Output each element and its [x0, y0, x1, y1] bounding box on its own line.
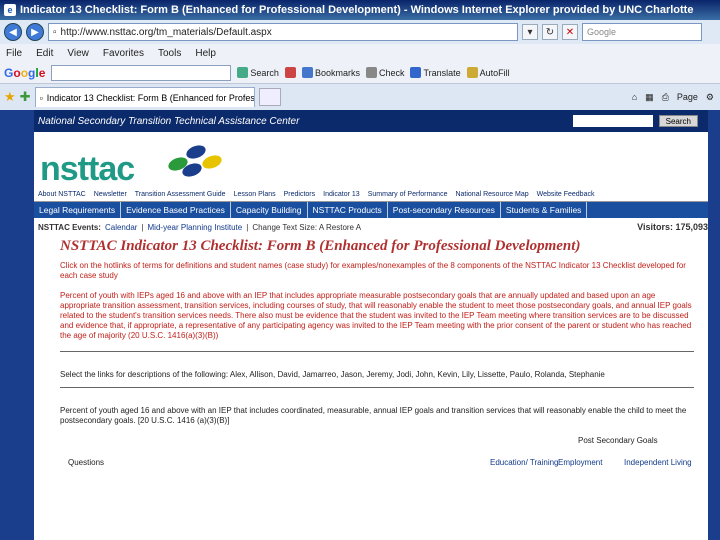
address-bar[interactable]: ▫ http://www.nsttac.org/tm_materials/Def…: [48, 23, 518, 41]
autofill-button[interactable]: AutoFill: [466, 67, 510, 78]
page-title: NSTTAC Indicator 13 Checklist: Form B (E…: [60, 238, 581, 254]
print-icon[interactable]: ⎙: [662, 92, 669, 103]
back-arrow-icon[interactable]: ◀: [4, 23, 22, 41]
forward-arrow-icon[interactable]: ▶: [26, 23, 44, 41]
refresh-icon[interactable]: ↻: [542, 24, 558, 40]
translate-icon: [410, 67, 422, 78]
indicator-description: Percent of youth with IEPs aged 16 and a…: [60, 291, 692, 340]
tab-active[interactable]: ▫ Indicator 13 Checklist: Form B (Enhanc…: [34, 87, 255, 107]
address-row: ◀ ▶ ▫ http://www.nsttac.org/tm_materials…: [0, 20, 720, 44]
nav-summary-performance[interactable]: Summary of Performance: [368, 191, 448, 198]
address-dropdown-icon[interactable]: ▾: [522, 24, 538, 40]
command-bar: ⌂ ▦ ⎙ Page ⚙: [632, 92, 720, 103]
check-button[interactable]: Check: [365, 67, 404, 78]
tools-gear-icon[interactable]: ⚙: [706, 92, 714, 103]
visitor-count: Visitors: 175,093: [637, 222, 708, 232]
intro-text: Click on the hotlinks of terms for defin…: [60, 261, 686, 280]
divider: [60, 351, 694, 352]
site-header: National Secondary Transition Technical …: [34, 110, 708, 132]
page-left-margin: [0, 110, 34, 540]
menu-view[interactable]: View: [67, 48, 89, 59]
events-label: NSTTAC Events:: [38, 222, 101, 232]
case-study-names[interactable]: Select the links for descriptions of the…: [60, 370, 694, 379]
google-logo: Google: [4, 65, 46, 80]
org-name: National Secondary Transition Technical …: [38, 115, 300, 127]
page-right-margin: [708, 110, 720, 540]
home-icon[interactable]: ⌂: [632, 92, 637, 102]
event-midyear-institute[interactable]: Mid-year Planning Institute: [148, 223, 243, 232]
indicator-summary: Percent of youth aged 16 and above with …: [60, 406, 687, 425]
feeds-icon[interactable]: ▦: [645, 92, 654, 103]
star-icon: [301, 67, 313, 78]
secnav-evidence[interactable]: Evidence Based Practices: [121, 202, 231, 218]
independent-living-column-header[interactable]: Independent Living: [624, 458, 692, 467]
stop-icon[interactable]: ✕: [562, 24, 578, 40]
secnav-postsecondary[interactable]: Post-secondary Resources: [388, 202, 501, 218]
menu-edit[interactable]: Edit: [36, 48, 53, 59]
checklist-table-header: Post Secondary Goals Questions Education…: [60, 436, 694, 476]
new-tab-button[interactable]: [258, 88, 281, 106]
logo-dots-icon: [162, 138, 224, 180]
postsecondary-goals-header: Post Secondary Goals: [578, 436, 658, 445]
events-row: NSTTAC Events: Calendar | Mid-year Plann…: [38, 222, 708, 232]
secondary-nav: Legal Requirements Evidence Based Practi…: [34, 202, 708, 218]
web-page: National Secondary Transition Technical …: [34, 110, 708, 540]
text-size-control[interactable]: Change Text Size: A Restore A: [252, 223, 361, 232]
event-calendar[interactable]: Calendar: [105, 223, 137, 232]
site-search-button[interactable]: Search: [658, 115, 698, 127]
nav-feedback[interactable]: Website Feedback: [537, 191, 595, 198]
translate-button[interactable]: Translate: [410, 67, 461, 78]
menu-favorites[interactable]: Favorites: [103, 48, 144, 59]
secnav-capacity[interactable]: Capacity Building: [231, 202, 308, 218]
menu-help[interactable]: Help: [195, 48, 216, 59]
secnav-students-families[interactable]: Students & Families: [501, 202, 588, 218]
questions-header: Questions: [68, 458, 105, 467]
page-icon: ▫: [39, 92, 43, 103]
education-column-header[interactable]: Education/ Training: [490, 458, 559, 467]
tab-row: ★ ✚ ▫ Indicator 13 Checklist: Form B (En…: [0, 84, 720, 110]
bookmarks-button[interactable]: Bookmarks: [301, 67, 360, 78]
main-content: NSTTAC Indicator 13 Checklist: Form B (E…: [34, 238, 708, 476]
browser-search-input[interactable]: Google: [582, 23, 702, 41]
nsttac-logo[interactable]: nsttac: [40, 150, 135, 189]
nav-newsletter[interactable]: Newsletter: [94, 191, 127, 198]
page-menu-button[interactable]: Page: [677, 92, 698, 102]
window-title: Indicator 13 Checklist: Form B (Enhanced…: [20, 4, 694, 16]
nav-resource-map[interactable]: National Resource Map: [455, 191, 528, 198]
page-icon: ▫: [53, 26, 57, 38]
address-url: http://www.nsttac.org/tm_materials/Defau…: [60, 26, 272, 38]
nav-indicator-13[interactable]: Indicator 13: [323, 191, 360, 198]
menu-file[interactable]: File: [6, 48, 22, 59]
secnav-products[interactable]: NSTTAC Products: [308, 202, 388, 218]
google-search-icon: [237, 67, 249, 78]
autofill-icon: [466, 67, 478, 78]
nav-assessment-guide[interactable]: Transition Assessment Guide: [135, 191, 226, 198]
nav-lesson-plans[interactable]: Lesson Plans: [234, 191, 276, 198]
pagerank-icon: [284, 67, 296, 78]
menu-bar: File Edit View Favorites Tools Help: [0, 44, 720, 62]
pagerank-button[interactable]: [284, 67, 296, 78]
nav-predictors[interactable]: Predictors: [284, 191, 316, 198]
add-favorites-icon[interactable]: ✚: [20, 89, 31, 105]
spellcheck-icon: [365, 67, 377, 78]
nav-about[interactable]: About NSTTAC: [38, 191, 86, 198]
menu-tools[interactable]: Tools: [158, 48, 181, 59]
google-search-button[interactable]: Search: [237, 67, 279, 78]
ie-icon: e: [4, 4, 16, 16]
google-toolbar: Google Search Bookmarks Check Translate …: [0, 62, 720, 84]
window-title-bar: e Indicator 13 Checklist: Form B (Enhanc…: [0, 0, 720, 20]
logo-band: nsttac: [34, 132, 708, 188]
site-search-input[interactable]: [572, 115, 653, 127]
google-search-input[interactable]: [51, 64, 232, 81]
favorites-star-icon[interactable]: ★: [4, 89, 16, 105]
divider: [60, 387, 694, 388]
main-nav: About NSTTAC Newsletter Transition Asses…: [34, 188, 708, 202]
employment-column-header[interactable]: Employment: [558, 458, 602, 467]
secnav-legal[interactable]: Legal Requirements: [34, 202, 122, 218]
